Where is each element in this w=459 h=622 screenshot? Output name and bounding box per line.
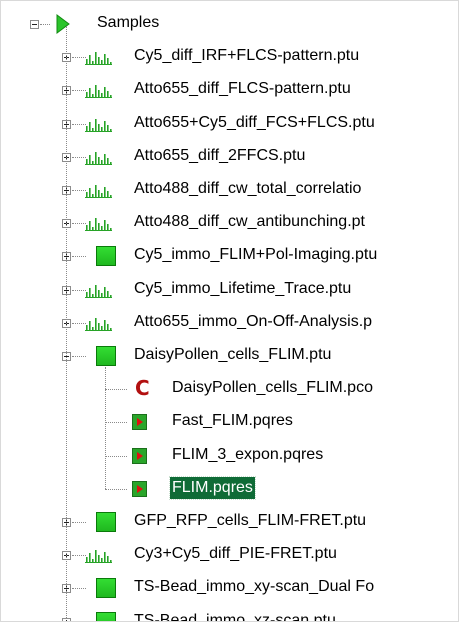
- tree-connector: [72, 156, 86, 158]
- tree-connector: [72, 223, 86, 225]
- tree-connector: [40, 24, 50, 25]
- histogram-icon: [85, 218, 112, 232]
- tree-connector: [72, 555, 86, 557]
- result-play-icon: [132, 480, 147, 497]
- green-square-icon: [96, 346, 116, 366]
- tree-item-label[interactable]: GFP_RFP_cells_FLIM-FRET.ptu: [132, 510, 368, 532]
- green-square-icon: [96, 611, 116, 621]
- green-square-icon: [96, 578, 116, 599]
- pco-c-icon: C: [135, 376, 150, 401]
- file-tree-panel: Samples Cy5_diff_IRF+FLCS-pattern.ptu Atto…: [0, 0, 459, 622]
- tree-item-label[interactable]: TS-Bead_immo_xy-scan_Dual Fo: [132, 576, 376, 598]
- tree-item-label[interactable]: Fast_FLIM.pqres: [170, 410, 295, 432]
- tree-item-label[interactable]: Atto655_immo_On-Off-Analysis.p: [132, 311, 374, 333]
- tree-item-label[interactable]: DaisyPollen_cells_FLIM.ptu: [132, 344, 333, 366]
- collapse-toggle[interactable]: [30, 20, 39, 29]
- tree-connector: [72, 588, 86, 590]
- tree-item-label[interactable]: Cy5_immo_Lifetime_Trace.ptu: [132, 278, 353, 300]
- tree-connector: [72, 522, 86, 523]
- tree-connector: [66, 26, 67, 618]
- tree-item-label[interactable]: Cy5_immo_FLIM+Pol-Imaging.ptu: [132, 244, 379, 266]
- tree-item-label[interactable]: Atto655+Cy5_diff_FCS+FLCS.ptu: [132, 112, 377, 134]
- histogram-icon: [85, 185, 112, 198]
- tree-item-label[interactable]: FLIM_3_expon.pqres: [170, 444, 325, 466]
- green-play-icon: [56, 14, 70, 34]
- tree-item-label[interactable]: Cy5_diff_IRF+FLCS-pattern.ptu: [132, 45, 361, 67]
- green-square-icon: [96, 512, 116, 532]
- tree-item-label[interactable]: TS-Bead_immo_xz-scan.ptu: [132, 610, 338, 621]
- histogram-icon: [85, 317, 112, 331]
- histogram-icon: [85, 284, 112, 298]
- tree-connector: [72, 356, 86, 357]
- tree-connector: [72, 90, 86, 92]
- histogram-icon: [85, 85, 112, 99]
- tree-item-label[interactable]: Atto655_diff_FLCS-pattern.ptu: [132, 78, 353, 100]
- tree-connector: [105, 422, 127, 424]
- green-square-icon: [96, 246, 116, 267]
- tree-connector: [72, 123, 86, 125]
- tree-connector: [72, 289, 86, 291]
- tree-connector: [105, 389, 127, 391]
- tree-connector: [72, 256, 86, 258]
- tree-connector: [72, 57, 86, 59]
- selected-tree-item-label[interactable]: FLIM.pqres: [169, 475, 256, 500]
- histogram-icon: [85, 118, 112, 132]
- tree-item-label[interactable]: Samples: [95, 12, 161, 34]
- histogram-icon: [85, 550, 112, 564]
- tree-item-label[interactable]: DaisyPollen_cells_FLIM.pco: [170, 377, 375, 399]
- histogram-icon: [85, 151, 112, 165]
- histogram-icon: [85, 52, 112, 66]
- tree-item-label[interactable]: Atto488_diff_cw_antibunching.pt: [132, 211, 367, 233]
- expand-toggle[interactable]: [62, 617, 71, 621]
- tree-connector: [105, 455, 127, 457]
- tree-item-label[interactable]: Cy3+Cy5_diff_PIE-FRET.ptu: [132, 543, 339, 565]
- tree-item-label[interactable]: Atto655_diff_2FFCS.ptu: [132, 145, 307, 167]
- tree-connector: [72, 190, 86, 191]
- tree-connector: [105, 488, 127, 490]
- file-tree: Samples Cy5_diff_IRF+FLCS-pattern.ptu Atto…: [1, 1, 458, 621]
- tree-item-label[interactable]: Atto488_diff_cw_total_correlatio: [132, 178, 363, 200]
- tree-connector: [105, 367, 106, 489]
- tree-connector: [72, 322, 86, 324]
- result-play-icon: [132, 414, 147, 431]
- result-play-icon: [132, 447, 147, 464]
